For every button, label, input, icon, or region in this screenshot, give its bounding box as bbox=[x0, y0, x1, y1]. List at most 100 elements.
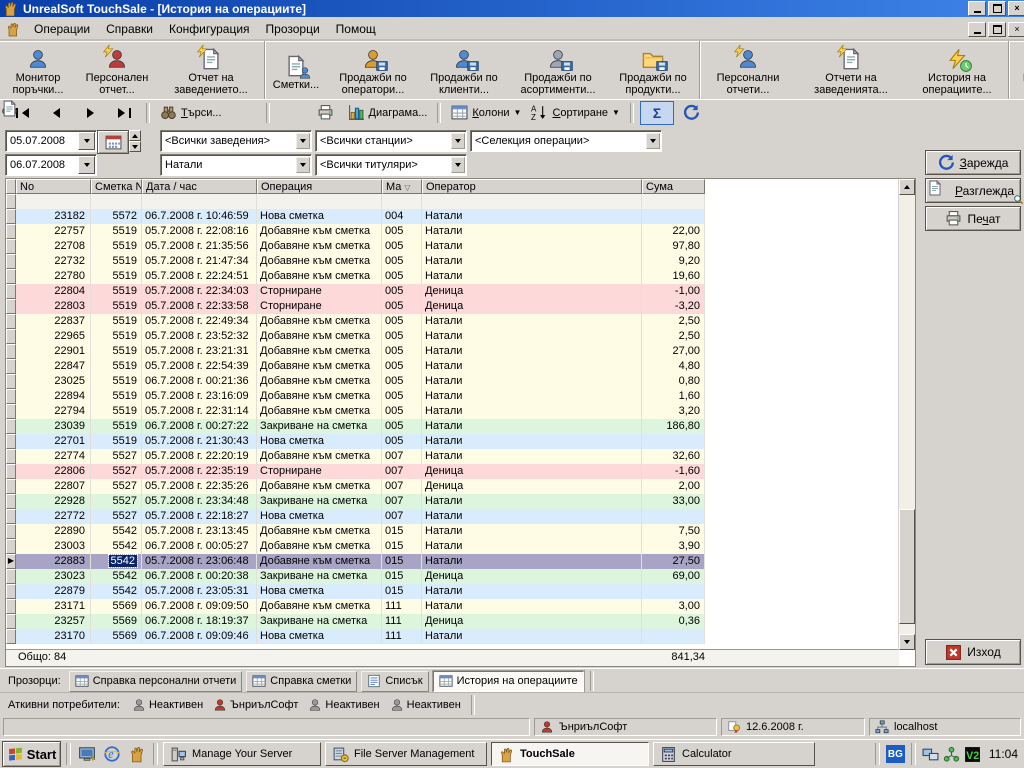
personal-reports-button[interactable]: Персонални отчети... bbox=[701, 43, 795, 97]
table-row[interactable]: ▶ 22883 5542 05.7.2008 г. 23:06:48 Добав… bbox=[6, 554, 899, 569]
print-button[interactable] bbox=[310, 102, 342, 124]
chevron-down-icon[interactable] bbox=[646, 133, 660, 149]
spin-up-button[interactable] bbox=[129, 130, 141, 141]
row-selector[interactable] bbox=[6, 479, 16, 494]
row-selector[interactable] bbox=[6, 344, 16, 359]
table-row[interactable]: 22837 5519 05.7.2008 г. 22:49:34 Добавян… bbox=[6, 314, 899, 329]
taskbar-task-calculator[interactable]: Calculator bbox=[653, 742, 815, 766]
date-to-picker[interactable]: 06.07.2008 bbox=[5, 154, 97, 176]
row-selector[interactable] bbox=[6, 374, 16, 389]
sales-by-assortments-button[interactable]: Продажби по асортименти... bbox=[508, 43, 608, 97]
chevron-down-icon[interactable] bbox=[78, 132, 95, 150]
start-button[interactable]: Start bbox=[2, 741, 61, 767]
restore-button[interactable] bbox=[988, 1, 1006, 16]
menu-item-Справки[interactable]: Справки bbox=[98, 19, 161, 39]
table-row[interactable]: 22804 5519 05.7.2008 г. 22:34:03 Сторнир… bbox=[6, 284, 899, 299]
table-row[interactable]: 22794 5519 05.7.2008 г. 22:31:14 Добавян… bbox=[6, 404, 899, 419]
print-preview-button[interactable] bbox=[276, 102, 308, 124]
table-row[interactable]: 22901 5519 05.7.2008 г. 23:21:31 Добавян… bbox=[6, 344, 899, 359]
window-tab-button[interactable]: Справка сметки bbox=[246, 671, 357, 692]
table-row[interactable]: 22772 5527 05.7.2008 г. 22:18:27 Нова см… bbox=[6, 509, 899, 524]
table-row[interactable]: 23182 5572 06.7.2008 г. 10:46:59 Нова см… bbox=[6, 209, 899, 224]
table-row[interactable]: 22890 5542 05.7.2008 г. 23:13:45 Добавян… bbox=[6, 524, 899, 539]
row-selector[interactable] bbox=[6, 509, 16, 524]
columns-button[interactable]: Колони ▼ bbox=[447, 102, 525, 124]
internet-explorer-icon[interactable] bbox=[101, 743, 123, 765]
vertical-scrollbar[interactable] bbox=[898, 179, 915, 650]
row-selector[interactable] bbox=[6, 629, 16, 644]
sales-by-clients-button[interactable]: Продажби по клиенти... bbox=[420, 43, 508, 97]
chevron-down-icon[interactable] bbox=[451, 157, 465, 173]
row-selector[interactable] bbox=[6, 539, 16, 554]
search-again-button[interactable]: + bbox=[228, 102, 260, 124]
row-selector[interactable] bbox=[6, 389, 16, 404]
language-indicator[interactable]: BG bbox=[886, 745, 905, 763]
bills-button[interactable]: Сметки... bbox=[266, 43, 326, 97]
chevron-down-icon[interactable] bbox=[296, 133, 310, 149]
scroll-down-button[interactable] bbox=[899, 634, 915, 650]
row-selector[interactable] bbox=[6, 404, 16, 419]
table-row[interactable]: 23023 5542 06.7.2008 г. 00:20:38 Закрива… bbox=[6, 569, 899, 584]
row-selector[interactable] bbox=[6, 224, 16, 239]
show-desktop-icon[interactable] bbox=[76, 743, 98, 765]
row-selector[interactable] bbox=[6, 299, 16, 314]
row-selector[interactable] bbox=[6, 239, 16, 254]
mdi-restore-button[interactable] bbox=[988, 22, 1006, 37]
scroll-up-button[interactable] bbox=[899, 179, 915, 195]
venue-select[interactable]: <Всички заведения> bbox=[160, 130, 312, 152]
taskbar-task-touchsale[interactable]: TouchSale bbox=[491, 742, 649, 766]
next-record-button[interactable] bbox=[74, 102, 106, 124]
refresh-button[interactable] bbox=[676, 102, 708, 124]
date-from-picker[interactable]: 05.07.2008 bbox=[5, 130, 97, 152]
header-operation[interactable]: Операция bbox=[257, 179, 382, 194]
row-selector[interactable] bbox=[6, 434, 16, 449]
table-row[interactable]: 22732 5519 05.7.2008 г. 21:47:34 Добавян… bbox=[6, 254, 899, 269]
table-row[interactable]: 22879 5542 05.7.2008 г. 23:05:31 Нова см… bbox=[6, 584, 899, 599]
exit-to-code-button[interactable]: Изход до код... bbox=[1010, 43, 1024, 97]
sort-button[interactable]: Сортиране ▼ bbox=[527, 102, 623, 124]
menu-item-Операции[interactable]: Операции bbox=[26, 19, 98, 39]
menu-item-Помощ[interactable]: Помощ bbox=[328, 19, 384, 39]
window-tab-button[interactable]: Справка персонални отчети bbox=[69, 671, 243, 692]
header-datetime[interactable]: Дата / час bbox=[142, 179, 257, 194]
exit-window-button[interactable]: Изход bbox=[925, 639, 1021, 665]
spin-down-button[interactable] bbox=[129, 141, 141, 152]
search-button[interactable]: Търси... bbox=[156, 102, 226, 124]
mdi-close-button[interactable]: × bbox=[1008, 22, 1024, 37]
table-row[interactable]: 22894 5519 05.7.2008 г. 23:16:09 Добавян… bbox=[6, 389, 899, 404]
row-selector[interactable] bbox=[6, 599, 16, 614]
station-select[interactable]: <Всички станции> bbox=[315, 130, 467, 152]
print-report-button[interactable]: Печат bbox=[925, 206, 1021, 231]
taskbar-task-file-server-management[interactable]: File Server Management bbox=[325, 742, 487, 766]
minimize-button[interactable] bbox=[968, 1, 986, 16]
chevron-down-icon[interactable] bbox=[78, 156, 95, 174]
lan-tray-icon[interactable] bbox=[943, 746, 960, 763]
row-selector[interactable] bbox=[6, 254, 16, 269]
diagram-button[interactable]: Диаграма... bbox=[344, 102, 432, 124]
close-button[interactable]: × bbox=[1008, 1, 1024, 16]
menu-item-Конфигурация[interactable]: Конфигурация bbox=[161, 19, 258, 39]
load-button[interactable]: Зарежда bbox=[925, 150, 1021, 175]
row-selector[interactable] bbox=[6, 209, 16, 224]
table-row[interactable]: 23025 5519 06.7.2008 г. 00:21:36 Добавян… bbox=[6, 374, 899, 389]
operation-selection-select[interactable]: <Селекция операции> bbox=[470, 130, 662, 152]
sales-by-operators-button[interactable]: Продажби по оператори... bbox=[326, 43, 420, 97]
table-row[interactable]: 22780 5519 05.7.2008 г. 22:24:51 Добавян… bbox=[6, 269, 899, 284]
header-sum[interactable]: Сума bbox=[642, 179, 705, 194]
row-selector[interactable] bbox=[6, 569, 16, 584]
touchsale-quicklaunch-icon[interactable] bbox=[126, 743, 148, 765]
row-selector[interactable]: ▶ bbox=[6, 554, 16, 569]
venue-reports-button[interactable]: Отчети на заведенията... bbox=[795, 43, 907, 97]
last-record-button[interactable] bbox=[108, 102, 140, 124]
row-selector[interactable] bbox=[6, 419, 16, 434]
calendar-button[interactable] bbox=[97, 130, 129, 154]
row-selector[interactable] bbox=[6, 584, 16, 599]
monitor-orders-button[interactable]: Монитор поръчки... bbox=[1, 43, 75, 97]
row-selector[interactable] bbox=[6, 269, 16, 284]
row-selector[interactable] bbox=[6, 449, 16, 464]
totals-toggle-button[interactable]: Σ bbox=[640, 101, 674, 125]
table-row[interactable]: 23170 5569 06.7.2008 г. 09:09:46 Нова см… bbox=[6, 629, 899, 644]
window-tab-button[interactable]: История на операциите bbox=[433, 671, 584, 692]
row-selector[interactable] bbox=[6, 329, 16, 344]
network-status-tray-icon[interactable] bbox=[922, 746, 939, 763]
